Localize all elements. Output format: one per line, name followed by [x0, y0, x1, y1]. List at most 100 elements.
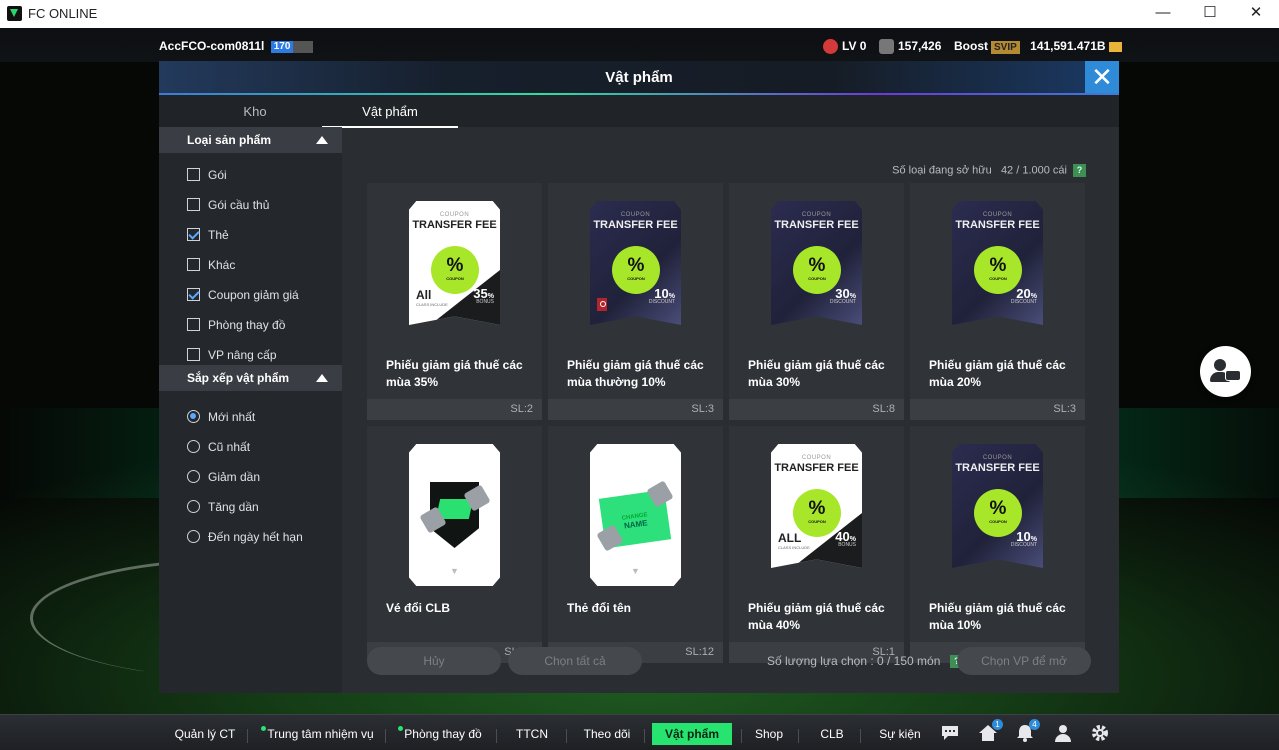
- coupon-fee: TRANSFER FEE: [593, 219, 678, 231]
- nav-trung-tam-nhiem-vu[interactable]: Trung tâm nhiệm vụ: [260, 723, 375, 745]
- account-info: AccFCO-com0811l 170: [159, 39, 314, 53]
- item-card[interactable]: COUPON TRANSFER FEE % COUPON All CLASS INC…: [367, 183, 542, 420]
- nav-phong-thay-do[interactable]: Phòng thay đồ: [395, 723, 485, 745]
- close-window-button[interactable]: ✕: [1234, 2, 1278, 26]
- sort-oldest[interactable]: Cũ nhất: [187, 439, 250, 457]
- sort-expiry[interactable]: Đến ngày hết hạn: [187, 529, 303, 547]
- cancel-button[interactable]: Hủy: [367, 647, 501, 675]
- sort-newest[interactable]: Mới nhất: [187, 409, 255, 427]
- sort-label: Tăng dần: [208, 500, 259, 514]
- owned-value: 42 / 1.000 cái: [1000, 164, 1067, 177]
- chat-nav-button[interactable]: [940, 724, 960, 742]
- home-nav-button[interactable]: 1: [978, 719, 1003, 742]
- shield-points-icon: [879, 39, 894, 55]
- points-value: 157,426: [898, 39, 942, 53]
- item-card[interactable]: COUPON TRANSFER FEE % COUPON 10% DISCOUNT …: [548, 183, 723, 420]
- nav-theo-doi[interactable]: Theo dõi: [577, 723, 637, 745]
- nav-quan-ly-ct[interactable]: Quản lý CT: [170, 723, 240, 745]
- checkbox-icon[interactable]: [187, 348, 200, 362]
- checkbox-checked-icon[interactable]: [187, 228, 200, 242]
- checkbox-icon[interactable]: [187, 168, 200, 182]
- checkbox-icon[interactable]: [187, 198, 200, 212]
- checkbox-checked-icon[interactable]: [187, 288, 200, 302]
- radio-selected-icon[interactable]: [187, 410, 200, 424]
- pct-label: BONUS: [476, 299, 494, 305]
- seal-sub: COUPON: [446, 276, 464, 281]
- gear-icon: [1092, 725, 1108, 741]
- window-title: FC ONLINE: [28, 6, 98, 21]
- item-card[interactable]: COUPON TRANSFER FEE % COUPON 10% DISCOUNT …: [910, 426, 1085, 663]
- pct-label: BONUS: [838, 542, 856, 548]
- nav-divider: [860, 729, 861, 743]
- seal-symbol: %: [808, 255, 826, 276]
- nav-divider: [385, 729, 386, 743]
- checkbox-icon[interactable]: [187, 258, 200, 272]
- sort-section[interactable]: Sắp xếp vật phẩm: [159, 365, 342, 391]
- close-dialog-button[interactable]: ✕: [1085, 61, 1119, 95]
- item-name: Vé đổi CLB: [386, 601, 451, 615]
- filter-goi-cau-thu[interactable]: Gói cầu thủ: [187, 197, 269, 215]
- nav-su-kien[interactable]: Sự kiện: [872, 723, 928, 745]
- collapse-up-icon: [316, 136, 328, 144]
- coupon-word: COUPON: [801, 455, 832, 461]
- seal-sub: COUPON: [808, 276, 826, 281]
- item-card[interactable]: CHANGE NAME ▼ Thẻ đổi tên SL:12: [548, 426, 723, 663]
- fc-logo-icon: ▼: [450, 566, 459, 576]
- owned-label: Số loại đang sở hữu: [892, 164, 992, 177]
- filter-label: Phòng thay đồ: [208, 318, 286, 332]
- gold-coins-icon: [1108, 41, 1122, 52]
- product-type-heading: Loại sản phẩm: [187, 133, 272, 147]
- sort-ascending[interactable]: Tăng dần: [187, 499, 259, 517]
- open-items-button[interactable]: Chọn VP để mở: [957, 647, 1091, 675]
- item-name: Phiếu giảm giá thuế các mùa 35%: [386, 358, 523, 389]
- profile-nav-button[interactable]: [1053, 724, 1073, 742]
- radio-icon[interactable]: [187, 500, 200, 514]
- filter-coupon[interactable]: Coupon giảm giá: [187, 287, 299, 305]
- coupon-card-image: COUPON TRANSFER FEE % COUPON All CLASS INC…: [409, 201, 500, 325]
- item-card[interactable]: COUPON TRANSFER FEE % COUPON 30% DISCOUNT …: [729, 183, 904, 420]
- item-card[interactable]: COUPON TRANSFER FEE % COUPON 20% DISCOUNT …: [910, 183, 1085, 420]
- coupon-seal-icon: % COUPON: [434, 249, 476, 291]
- radio-icon[interactable]: [187, 470, 200, 484]
- nav-shop[interactable]: Shop: [750, 723, 788, 745]
- coupon-pct: 40% BONUS: [835, 529, 856, 548]
- coupon-fee: TRANSFER FEE: [955, 219, 1040, 231]
- filter-label: Thẻ: [208, 228, 229, 242]
- notifications-nav-button[interactable]: 4: [1015, 719, 1040, 742]
- product-type-section[interactable]: Loại sản phẩm: [159, 127, 342, 153]
- game-viewport: AccFCO-com0811l 170 LV 0 157,426 Boost SV…: [0, 28, 1279, 750]
- filter-khac[interactable]: Khác: [187, 257, 235, 275]
- sort-label: Cũ nhất: [208, 440, 251, 454]
- filter-phong-thay-do[interactable]: Phòng thay đồ: [187, 317, 285, 335]
- radio-icon[interactable]: [187, 440, 200, 454]
- item-card[interactable]: ▼ Vé đổi CLB SL:16: [367, 426, 542, 663]
- nav-ttcn[interactable]: TTCN: [507, 723, 557, 745]
- settings-nav-button[interactable]: [1090, 724, 1110, 742]
- filter-label: VP nâng cấp: [208, 348, 277, 362]
- filter-vp-nang-cap[interactable]: VP nâng cấp: [187, 347, 277, 365]
- select-all-button[interactable]: Chọn tất cả: [508, 647, 642, 675]
- item-card[interactable]: COUPON TRANSFER FEE % COUPON ALL CLASS INC…: [729, 426, 904, 663]
- bell-badge: 4: [1029, 719, 1040, 730]
- chat-bubble-icon: [942, 726, 958, 740]
- item-qty: SL:2: [367, 399, 542, 420]
- help-icon[interactable]: ?: [1073, 164, 1086, 177]
- filter-label: Gói cầu thủ: [208, 198, 270, 212]
- radio-icon[interactable]: [187, 530, 200, 544]
- nav-vat-pham[interactable]: Vật phẩm: [652, 723, 732, 745]
- all-class: ALL CLASS INCLUDE: [778, 531, 810, 550]
- maximize-button[interactable]: ☐: [1188, 2, 1232, 26]
- support-chat-button[interactable]: [1200, 346, 1251, 397]
- checkbox-icon[interactable]: [187, 318, 200, 332]
- tab-kho[interactable]: Kho: [187, 104, 323, 119]
- coupon-fee: TRANSFER FEE: [774, 219, 859, 231]
- filter-the[interactable]: Thẻ: [187, 227, 229, 245]
- pct-label: DISCOUNT: [829, 299, 856, 305]
- tab-vat-pham[interactable]: Vật phẩm: [322, 104, 458, 128]
- minimize-button[interactable]: —: [1141, 2, 1185, 26]
- filter-goi[interactable]: Gói: [187, 167, 227, 185]
- nav-clb[interactable]: CLB: [812, 723, 852, 745]
- item-grid: COUPON TRANSFER FEE % COUPON All CLASS INC…: [367, 183, 1092, 669]
- sort-descending[interactable]: Giảm dần: [187, 469, 260, 487]
- account-name: AccFCO-com0811l: [159, 39, 265, 53]
